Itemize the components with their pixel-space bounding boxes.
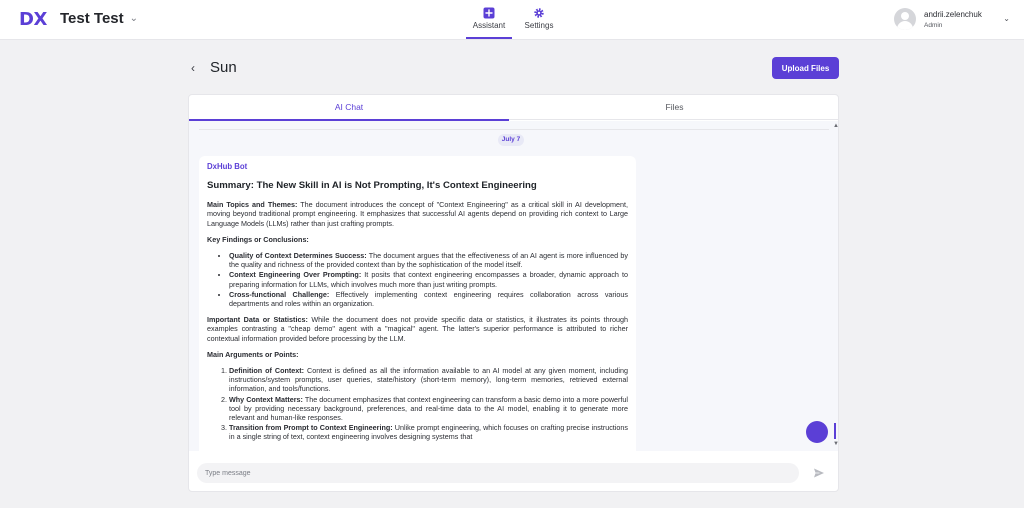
page-title: Sun <box>210 59 237 76</box>
chat-messages-area[interactable]: July 7 DxHub Bot Summary: The New Skill … <box>189 121 838 451</box>
chat-card: AI Chat Files July 7 DxHub Bot Summary: … <box>188 94 839 492</box>
user-menu[interactable]: andrii.zelenchuk Admin ⌄ <box>894 8 1010 32</box>
scroll-to-bottom-button[interactable] <box>806 421 828 443</box>
divider <box>199 129 829 130</box>
tab-ai-chat-label: AI Chat <box>334 102 364 112</box>
project-name: Test Test <box>60 10 124 27</box>
main-topics-paragraph: Main Topics and Themes: The document int… <box>207 200 628 228</box>
list-item: Definition of Context: Context is define… <box>229 366 628 394</box>
date-separator: July 7 <box>498 134 524 146</box>
tab-files[interactable]: Files <box>509 95 838 120</box>
data-statistics-paragraph: Important Data or Statistics: While the … <box>207 315 629 343</box>
back-arrow-icon[interactable]: ‹ <box>191 61 195 75</box>
list-item: Transition from Prompt to Context Engine… <box>229 423 628 441</box>
project-selector[interactable]: Test Test ⌄ <box>60 10 138 27</box>
avatar <box>894 8 916 30</box>
arguments-list: Definition of Context: Context is define… <box>229 366 628 442</box>
scroll-up-icon[interactable]: ▲ <box>833 123 838 129</box>
findings-heading: Key Findings or Conclusions: <box>207 234 309 244</box>
gear-icon <box>534 8 544 18</box>
scrollbar-thumb[interactable] <box>834 423 836 439</box>
list-item: Cross-functional Challenge: Effectively … <box>229 290 628 308</box>
app-logo[interactable]: DX <box>19 9 47 30</box>
user-role: Admin <box>924 22 943 29</box>
chevron-down-icon: ⌄ <box>129 13 139 24</box>
list-item: Quality of Context Determines Success: T… <box>229 251 628 269</box>
tab-ai-chat[interactable]: AI Chat <box>189 95 509 121</box>
message-input[interactable] <box>197 463 799 483</box>
top-navigation-bar: DX Test Test ⌄ Assistant Settings andrii.… <box>0 0 1024 40</box>
tab-files-label: Files <box>665 102 684 112</box>
user-name: andrii.zelenchuk <box>924 10 982 19</box>
send-icon[interactable] <box>813 467 825 479</box>
message-sender: DxHub Bot <box>207 162 248 171</box>
findings-list: Quality of Context Determines Success: T… <box>229 251 628 308</box>
nav-tab-settings[interactable]: Settings <box>520 7 558 39</box>
nav-tab-settings-label: Settings <box>524 21 554 30</box>
chevron-down-icon: ⌄ <box>1003 14 1010 23</box>
content-tabs: AI Chat Files <box>189 95 838 121</box>
bot-message: DxHub Bot Summary: The New Skill in AI i… <box>199 156 636 451</box>
nav-tab-assistant[interactable]: Assistant <box>466 7 512 39</box>
nav-tab-assistant-label: Assistant <box>472 21 506 30</box>
arguments-heading: Main Arguments or Points: <box>207 349 299 359</box>
scrollbar[interactable]: ▲ ▼ <box>832 121 838 451</box>
message-title: Summary: The New Skill in AI is Not Prom… <box>207 180 537 192</box>
list-item: Context Engineering Over Prompting: It p… <box>229 270 628 288</box>
active-tab-indicator <box>466 37 512 39</box>
list-item: Why Context Matters: The document emphas… <box>229 395 628 423</box>
plus-square-icon <box>483 7 495 19</box>
upload-files-button[interactable]: Upload Files <box>772 57 839 79</box>
scroll-down-icon[interactable]: ▼ <box>833 441 838 447</box>
